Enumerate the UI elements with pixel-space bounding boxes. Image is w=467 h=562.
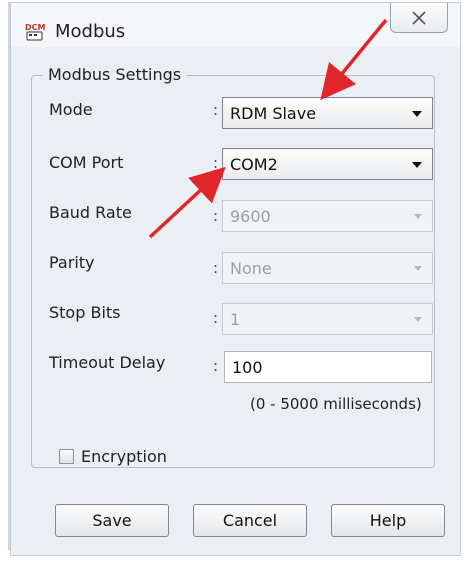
stop-bits-value: 1 [230, 310, 241, 329]
mode-label: Mode [49, 100, 93, 119]
chevron-down-icon [414, 214, 422, 219]
close-button[interactable] [390, 3, 448, 33]
encryption-label[interactable]: Encryption [81, 447, 167, 466]
timeout-delay-colon: : [213, 357, 219, 375]
com-port-colon: : [213, 154, 219, 172]
window-title: Modbus [55, 21, 126, 42]
cancel-button[interactable]: Cancel [193, 504, 307, 537]
modbus-dialog: DCM Modbus Modbus Settings Mode : RDM Sl… [10, 2, 461, 556]
com-port-label: COM Port [49, 153, 124, 172]
mode-colon: : [213, 101, 219, 119]
title-bar[interactable]: DCM Modbus [11, 3, 460, 47]
chevron-down-icon [414, 266, 422, 271]
parity-value: None [230, 259, 272, 278]
chevron-down-icon [412, 162, 422, 168]
stop-bits-label: Stop Bits [49, 303, 121, 322]
stop-bits-select: 1 [222, 303, 433, 335]
stop-bits-colon: : [213, 309, 219, 327]
chevron-down-icon [412, 111, 422, 117]
group-title: Modbus Settings [43, 65, 187, 84]
close-icon [412, 11, 426, 25]
help-button[interactable]: Help [331, 504, 445, 537]
mode-value: RDM Slave [230, 104, 317, 123]
com-port-value: COM2 [230, 155, 278, 174]
baud-rate-select: 9600 [222, 200, 433, 232]
parity-label: Parity [49, 253, 95, 272]
save-button[interactable]: Save [55, 504, 169, 537]
parity-colon: : [213, 259, 219, 277]
timeout-delay-value: 100 [232, 358, 263, 377]
dialog-client-area: Modbus Settings Mode : RDM Slave COM Por… [17, 47, 454, 549]
com-port-select[interactable]: COM2 [222, 148, 433, 180]
dcm-app-icon: DCM [25, 23, 46, 41]
chevron-down-icon [414, 317, 422, 322]
timeout-delay-label: Timeout Delay [49, 353, 166, 372]
baud-rate-colon: : [213, 207, 219, 225]
baud-rate-label: Baud Rate [49, 203, 132, 222]
timeout-delay-input[interactable]: 100 [224, 351, 432, 383]
encryption-checkbox[interactable] [59, 449, 74, 464]
svg-text:DCM: DCM [25, 23, 46, 32]
timeout-delay-hint: (0 - 5000 milliseconds) [250, 395, 422, 413]
baud-rate-value: 9600 [230, 207, 271, 226]
mode-select[interactable]: RDM Slave [222, 97, 433, 129]
parity-select: None [222, 252, 433, 284]
